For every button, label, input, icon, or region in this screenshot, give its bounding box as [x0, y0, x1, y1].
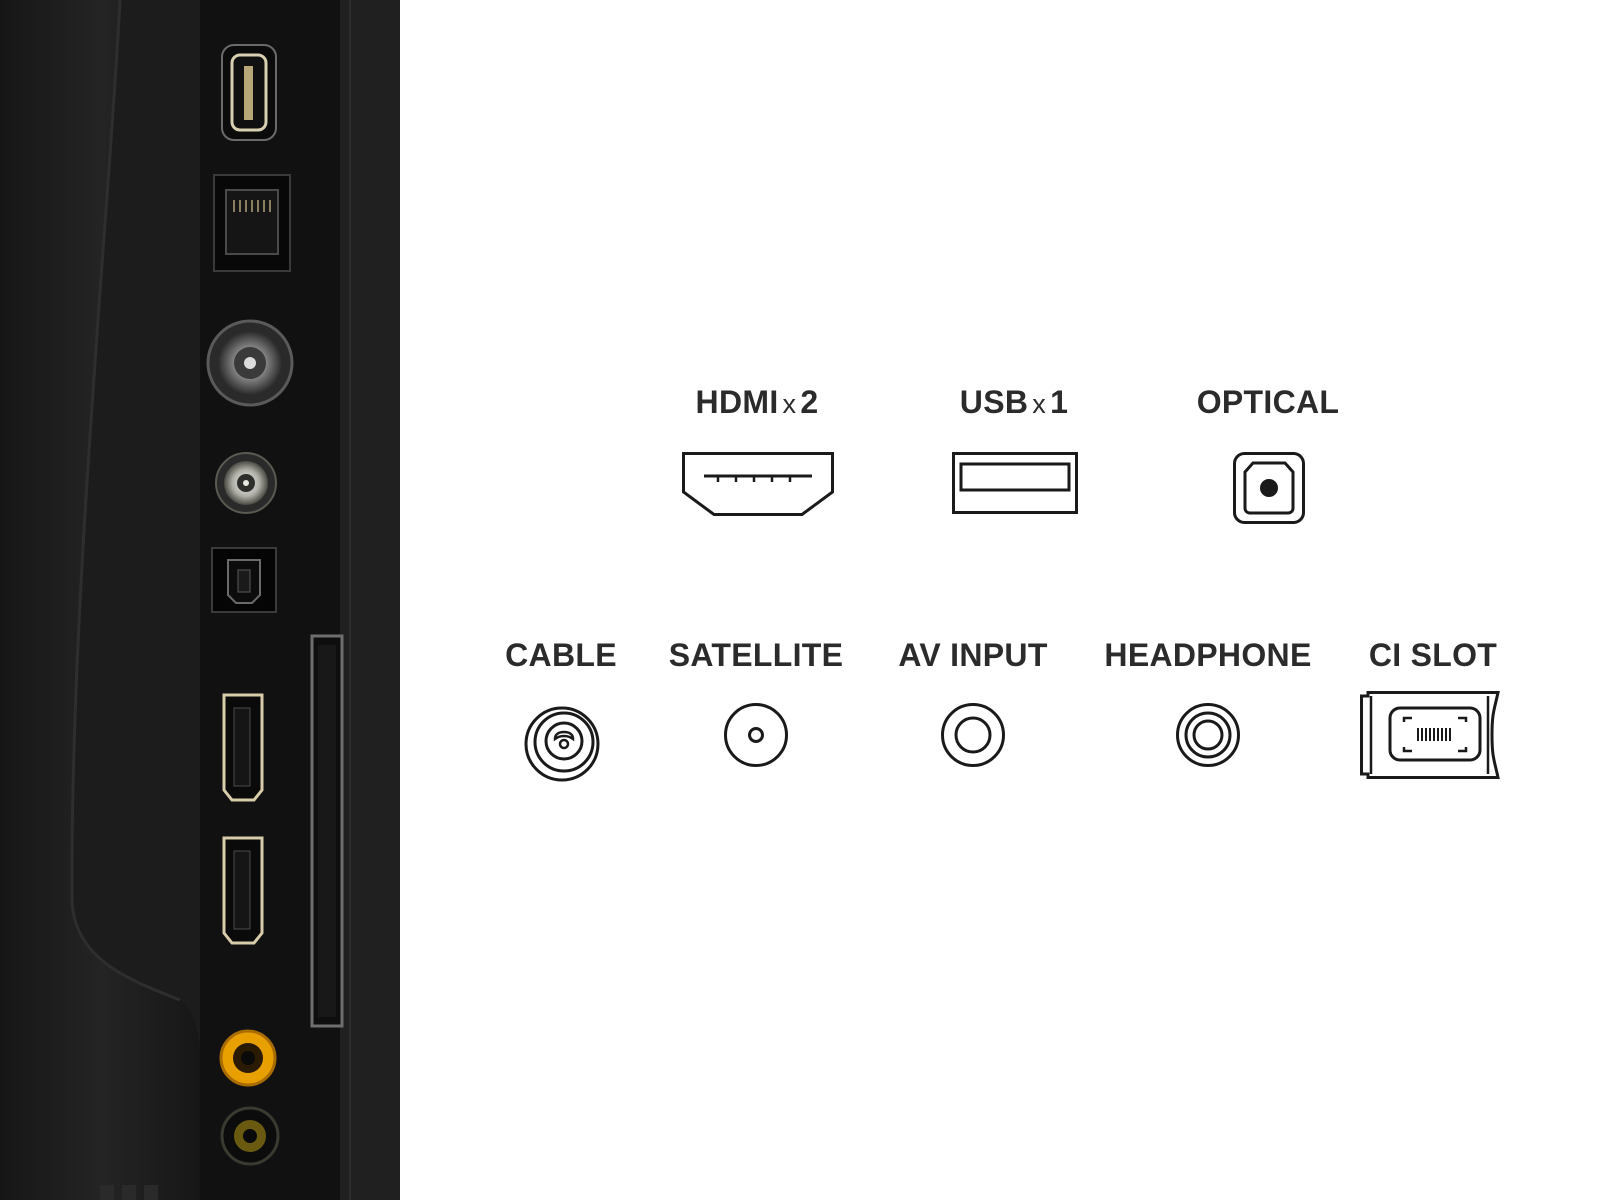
usb-icon: [952, 452, 1078, 514]
headphone-port: [220, 1106, 280, 1166]
satellite-port: [215, 452, 277, 514]
cable-icon: [524, 706, 600, 782]
usb-label-multiplier: x: [1032, 389, 1047, 419]
av-input-icon: [941, 703, 1005, 767]
hdmi-port: [222, 693, 264, 802]
usb-port: [221, 44, 277, 141]
tv-rear-panel-photo: [0, 0, 400, 1200]
hdmi-port: [222, 836, 264, 945]
optical-port: [211, 547, 277, 613]
satellite-icon: [724, 703, 788, 767]
hdmi-icon: [682, 452, 834, 516]
cable-label: CABLE: [505, 637, 617, 673]
usb-label-name: USB: [959, 384, 1029, 420]
satellite-label: SATELLITE: [668, 637, 844, 673]
connectivity-infographic: HDMI x 2 USB x 1 OPTICAL CABLE SATELLITE…: [0, 0, 1600, 1200]
ci-slot: [310, 634, 344, 1028]
hdmi-label: HDMI x 2: [696, 384, 819, 421]
optical-label: OPTICAL: [1196, 384, 1340, 420]
ci-slot-icon: [1360, 691, 1506, 779]
hdmi-label-multiplier: x: [782, 389, 797, 419]
usb-label: USB x 1: [960, 384, 1068, 421]
antenna-port: [206, 319, 294, 407]
ci-slot-label: CI SLOT: [1368, 637, 1498, 673]
av-input-label: AV INPUT: [898, 637, 1048, 673]
hdmi-label-count: 2: [800, 384, 819, 420]
av-port: [219, 1029, 277, 1087]
ethernet-port: [213, 174, 291, 272]
optical-icon: [1233, 452, 1305, 524]
headphone-label: HEADPHONE: [1104, 637, 1312, 673]
headphone-icon: [1176, 703, 1240, 767]
usb-label-count: 1: [1050, 384, 1069, 420]
hdmi-label-name: HDMI: [695, 384, 779, 420]
